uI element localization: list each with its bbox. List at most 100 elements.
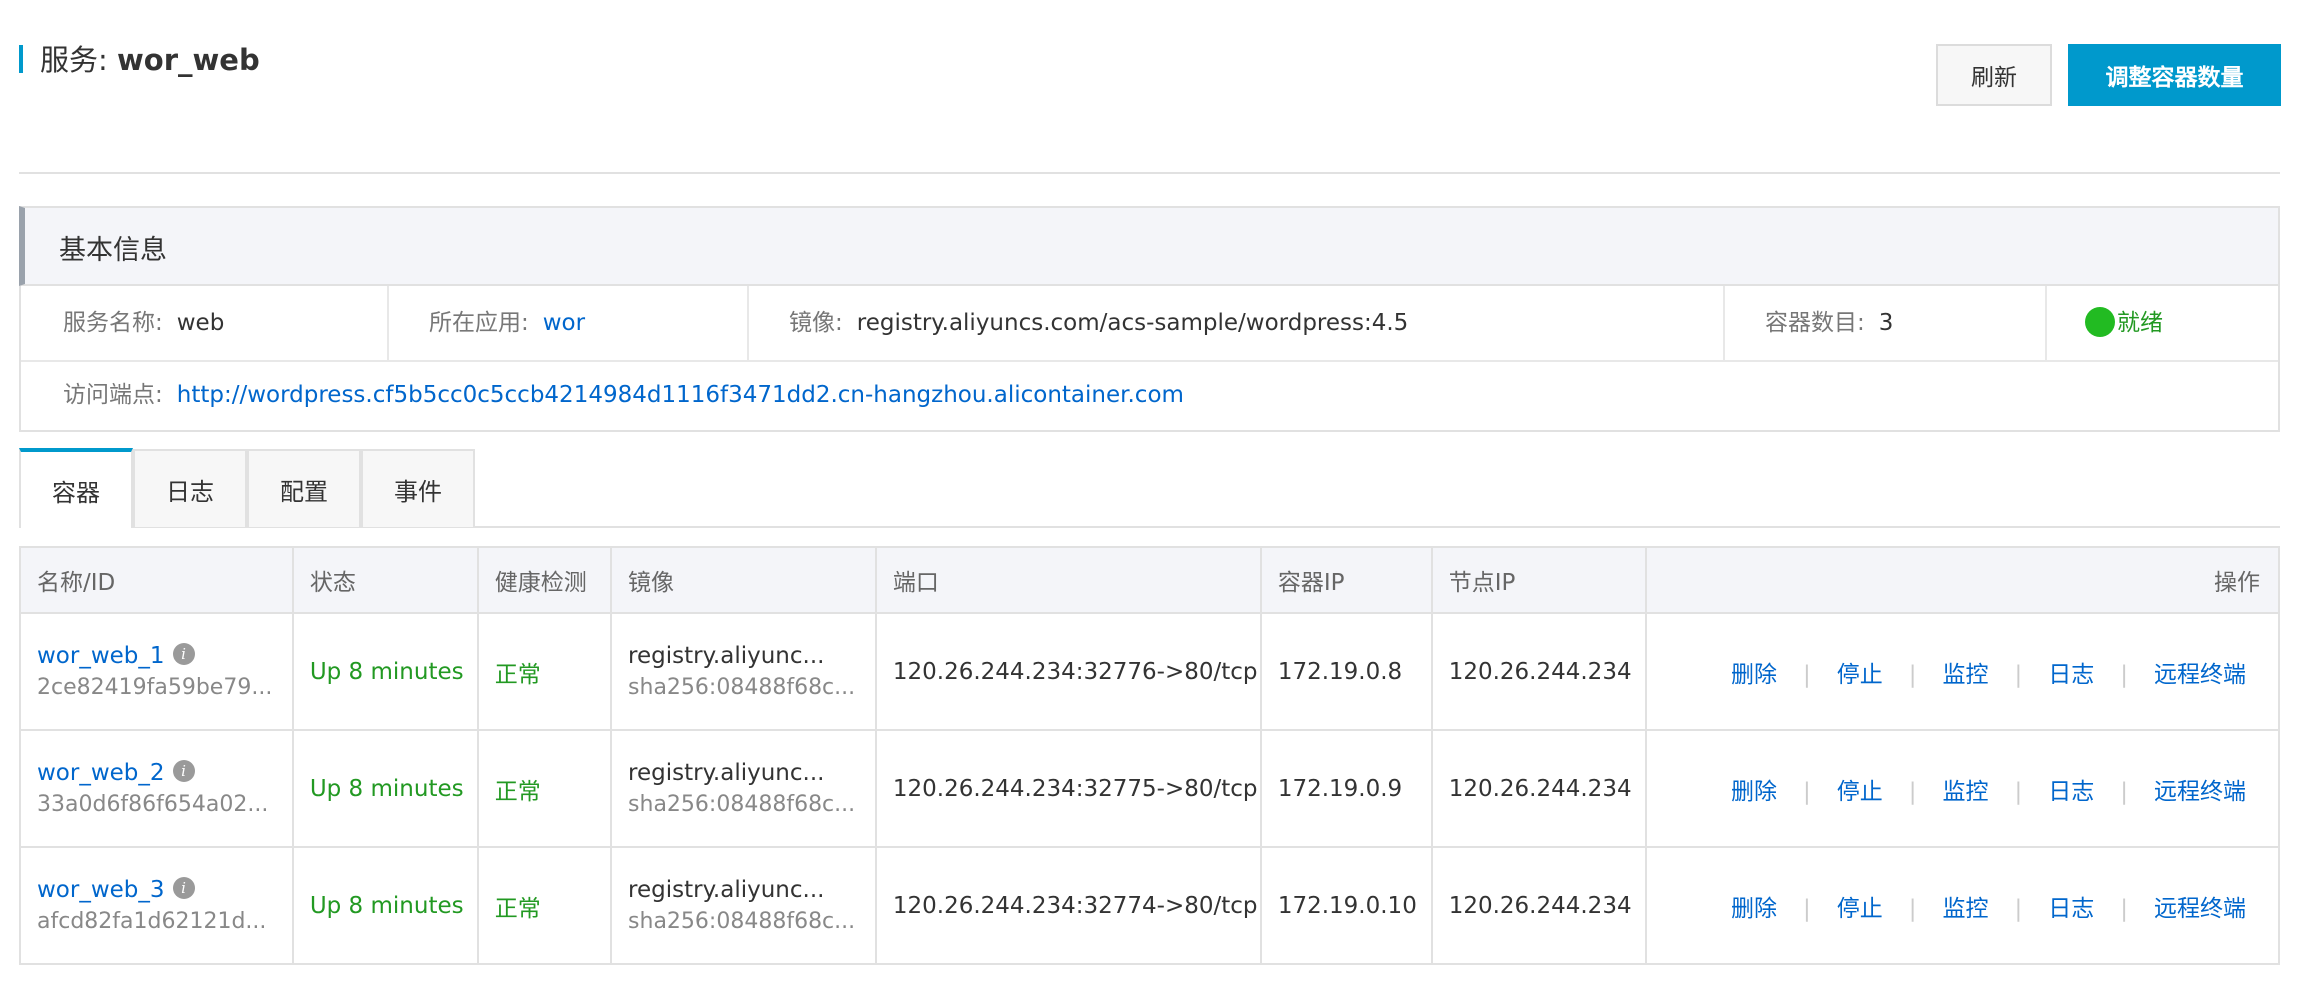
service-name-value: web (176, 310, 225, 336)
monitor-link[interactable]: 监控 (1943, 896, 1989, 922)
monitor-link[interactable]: 监控 (1943, 779, 1989, 805)
refresh-button[interactable]: 刷新 (1936, 44, 2052, 106)
column-header-status: 状态 (291, 546, 479, 614)
status-cell: Up 8 minutes (291, 846, 479, 965)
name-id-cell: wor_web_3 i afcd82fa1d62121d... (19, 846, 294, 965)
image-cell: registry.aliyunc... sha256:08488f68c... (610, 729, 877, 848)
delete-link[interactable]: 删除 (1731, 896, 1777, 922)
tab-containers[interactable]: 容器 (19, 448, 133, 528)
port-cell: 120.26.244.234:32776->80/tcp (874, 612, 1262, 731)
basic-info-header: 基本信息 (19, 206, 2280, 286)
column-header-image: 镜像 (610, 546, 877, 614)
status-field: 就绪 (2085, 306, 2163, 340)
action-separator: | (1908, 895, 1917, 922)
container-count-label: 容器数目: (1765, 310, 1865, 336)
delete-link[interactable]: 删除 (1731, 662, 1777, 688)
containers-table: 名称/ID 状态 健康检测 镜像 端口 容器IP 节点IP 操作 wor_web… (19, 546, 2281, 965)
tab-events[interactable]: 事件 (361, 449, 475, 527)
action-separator: | (1803, 661, 1811, 688)
column-header-health: 健康检测 (476, 546, 613, 614)
image-cell: registry.aliyunc... sha256:08488f68c... (610, 846, 877, 965)
title-prefix: 服务: (40, 43, 108, 77)
tab-logs[interactable]: 日志 (133, 449, 247, 527)
tab-config[interactable]: 配置 (247, 449, 361, 527)
action-separator: | (1908, 778, 1917, 805)
image-sha: sha256:08488f68c... (628, 675, 856, 700)
image-name: registry.aliyunc... (628, 760, 825, 786)
header-divider (19, 172, 2280, 174)
app-label: 所在应用: (429, 310, 529, 336)
remote-terminal-link[interactable]: 远程终端 (2154, 662, 2246, 688)
action-separator: | (2014, 661, 2023, 688)
image-cell: registry.aliyunc... sha256:08488f68c... (610, 612, 877, 731)
container-count-value: 3 (1878, 310, 1894, 336)
node-ip-cell: 120.26.244.234 (1430, 729, 1647, 848)
info-icon[interactable]: i (172, 642, 195, 665)
image-sha: sha256:08488f68c... (628, 792, 856, 817)
cell-divider (1723, 286, 1725, 360)
table-row: wor_web_1 i 2ce82419fa59be79... Up 8 minu… (19, 612, 2281, 731)
service-name-label: 服务名称: (63, 310, 163, 336)
column-header-actions: 操作 (1644, 546, 2281, 614)
port-cell: 120.26.244.234:32774->80/tcp (874, 846, 1262, 965)
column-header-container-ip: 容器IP (1259, 546, 1433, 614)
action-separator: | (2120, 778, 2128, 805)
monitor-link[interactable]: 监控 (1943, 662, 1989, 688)
status-cell: Up 8 minutes (291, 729, 479, 848)
action-separator: | (2120, 661, 2128, 688)
remote-terminal-link[interactable]: 远程终端 (2154, 779, 2246, 805)
service-name-field: 服务名称: web (63, 306, 224, 340)
stop-link[interactable]: 停止 (1837, 779, 1883, 805)
app-link[interactable]: wor (543, 310, 585, 336)
status-value: 就绪 (2117, 310, 2163, 336)
container-ip-cell: 172.19.0.8 (1259, 612, 1433, 731)
container-ip-cell: 172.19.0.10 (1259, 846, 1433, 965)
image-sha: sha256:08488f68c... (628, 909, 856, 934)
title-accent-bar (19, 45, 23, 73)
actions-cell: 删除 | 停止 | 监控 | 日志 | 远程终端 (1644, 729, 2281, 848)
cell-divider (747, 286, 749, 360)
container-name-link[interactable]: wor_web_3 (37, 877, 165, 903)
container-id: 33a0d6f86f654a02... (37, 792, 269, 817)
endpoint-link[interactable]: http://wordpress.cf5b5cc0c5ccb4214984d11… (177, 382, 1184, 408)
container-name-link[interactable]: wor_web_2 (37, 760, 165, 786)
action-separator: | (1803, 895, 1811, 922)
name-id-cell: wor_web_1 i 2ce82419fa59be79... (19, 612, 294, 731)
image-name: registry.aliyunc... (628, 877, 825, 903)
port-cell: 120.26.244.234:32775->80/tcp (874, 729, 1262, 848)
actions-cell: 删除 | 停止 | 监控 | 日志 | 远程终端 (1644, 612, 2281, 731)
info-icon[interactable]: i (172, 759, 195, 782)
adjust-container-count-button[interactable]: 调整容器数量 (2068, 44, 2281, 106)
health-cell: 正常 (476, 612, 613, 731)
column-header-port: 端口 (874, 546, 1262, 614)
delete-link[interactable]: 删除 (1731, 779, 1777, 805)
logs-link[interactable]: 日志 (2048, 779, 2094, 805)
action-separator: | (1908, 661, 1917, 688)
endpoint-row: 访问端点: http://wordpress.cf5b5cc0c5ccb42149… (21, 362, 2278, 430)
container-count-field: 容器数目: 3 (1765, 306, 1893, 340)
remote-terminal-link[interactable]: 远程终端 (2154, 896, 2246, 922)
container-name-link[interactable]: wor_web_1 (37, 643, 165, 669)
health-cell: 正常 (476, 729, 613, 848)
stop-link[interactable]: 停止 (1837, 896, 1883, 922)
basic-info-row: 服务名称: web 所在应用: wor 镜像: registry.aliyuncs.c… (21, 286, 2278, 362)
column-header-node-ip: 节点IP (1430, 546, 1647, 614)
service-name-title: wor_web (117, 43, 260, 77)
image-label: 镜像: (789, 310, 843, 336)
table-row: wor_web_3 i afcd82fa1d62121d... Up 8 minu… (19, 846, 2281, 965)
endpoint-field: 访问端点: http://wordpress.cf5b5cc0c5ccb42149… (63, 378, 1184, 412)
cell-divider (387, 286, 389, 360)
status-cell: Up 8 minutes (291, 612, 479, 731)
info-icon[interactable]: i (172, 876, 195, 899)
actions-cell: 删除 | 停止 | 监控 | 日志 | 远程终端 (1644, 846, 2281, 965)
action-separator: | (2120, 895, 2128, 922)
table-row: wor_web_2 i 33a0d6f86f654a02... Up 8 minu… (19, 729, 2281, 848)
action-separator: | (2014, 895, 2023, 922)
basic-info-title: 基本信息 (59, 235, 167, 266)
app-field: 所在应用: wor (429, 306, 585, 340)
logs-link[interactable]: 日志 (2048, 662, 2094, 688)
logs-link[interactable]: 日志 (2048, 896, 2094, 922)
node-ip-cell: 120.26.244.234 (1430, 612, 1647, 731)
stop-link[interactable]: 停止 (1837, 662, 1883, 688)
page-title: 服务: wor_web (40, 40, 260, 80)
